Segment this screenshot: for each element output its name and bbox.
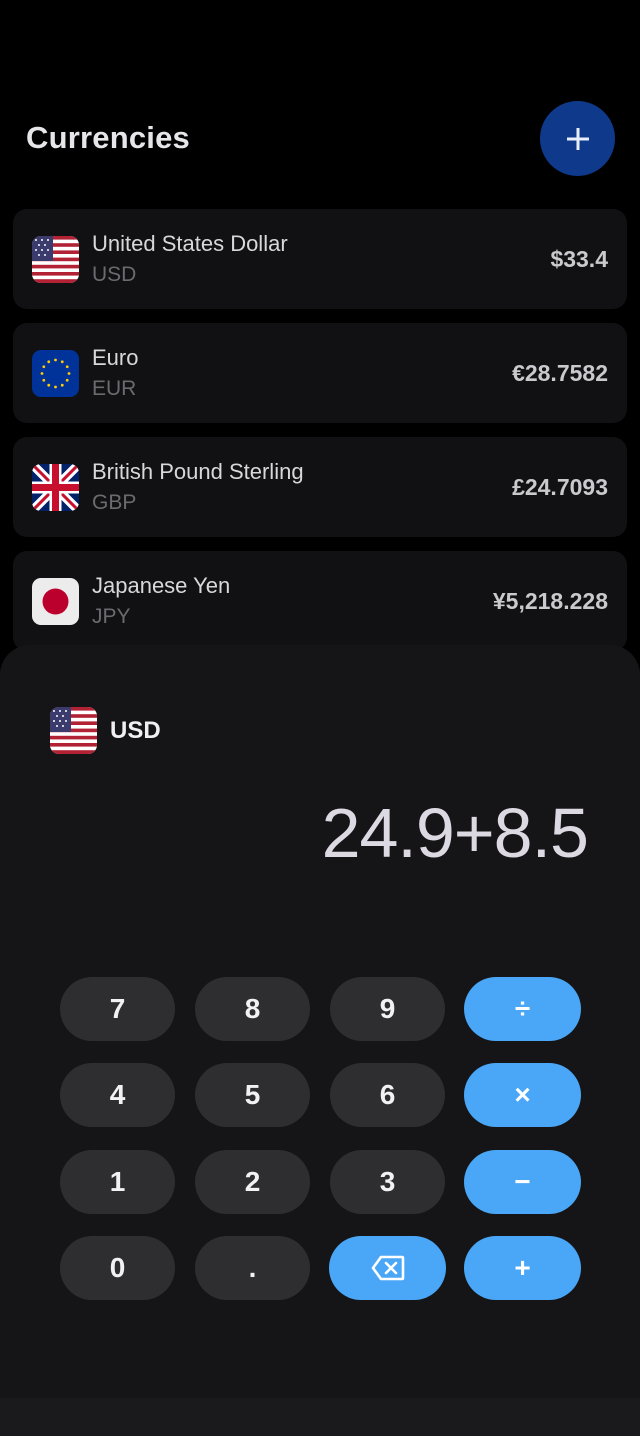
currency-card-eur[interactable]: Euro EUR €28.7582	[13, 323, 627, 423]
currency-code: GBP	[92, 491, 137, 514]
backspace-button[interactable]	[329, 1236, 446, 1300]
subtract-button[interactable]: −	[464, 1150, 581, 1214]
currency-card-gbp[interactable]: British Pound Sterling GBP £24.7093	[13, 437, 627, 537]
uk-flag-icon	[32, 464, 79, 511]
key-4[interactable]: 4	[60, 1063, 175, 1127]
currency-amount: $33.4	[550, 246, 608, 272]
key-2[interactable]: 2	[195, 1150, 310, 1214]
currency-amount: €28.7582	[512, 360, 608, 386]
currency-amount: ¥5,218.228	[492, 588, 608, 614]
divide-button[interactable]: ÷	[464, 977, 581, 1041]
key-decimal[interactable]: .	[195, 1236, 310, 1300]
plus-icon	[566, 127, 589, 150]
key-5[interactable]: 5	[195, 1063, 310, 1127]
key-6[interactable]: 6	[330, 1063, 445, 1127]
key-8[interactable]: 8	[195, 977, 310, 1041]
jp-flag-icon	[32, 578, 79, 625]
base-currency-code[interactable]: USD	[110, 717, 161, 745]
currency-amount: £24.7093	[512, 474, 608, 500]
currency-name: Japanese Yen	[92, 573, 231, 598]
add-button[interactable]: +	[464, 1236, 581, 1300]
add-currency-button[interactable]	[540, 101, 615, 176]
us-flag-icon	[32, 236, 79, 283]
currency-card-jpy[interactable]: Japanese Yen JPY ¥5,218.228	[13, 551, 627, 651]
key-1[interactable]: 1	[60, 1150, 175, 1214]
currency-name: Euro	[92, 345, 139, 370]
backspace-icon	[371, 1255, 404, 1281]
us-flag-icon	[50, 707, 97, 754]
currency-code: JPY	[92, 605, 131, 628]
multiply-button[interactable]: ×	[464, 1063, 581, 1127]
currency-name: British Pound Sterling	[92, 459, 304, 484]
key-0[interactable]: 0	[60, 1236, 175, 1300]
eu-flag-icon	[32, 350, 79, 397]
key-7[interactable]: 7	[60, 977, 175, 1041]
currency-card-usd[interactable]: United States Dollar USD $33.4	[13, 209, 627, 309]
header: Currencies	[0, 0, 640, 200]
expression-display: 24.9+8.5	[321, 794, 589, 872]
key-9[interactable]: 9	[330, 977, 445, 1041]
currency-code: USD	[92, 263, 137, 286]
currency-name: United States Dollar	[92, 231, 288, 256]
page-title: Currencies	[26, 120, 190, 155]
calculator-sheet: USD 24.9+8.5 7 8 9 ÷ 4 5 6 × 1 2 3 − 0 .…	[0, 645, 640, 1398]
key-3[interactable]: 3	[330, 1150, 445, 1214]
currency-code: EUR	[92, 377, 137, 400]
system-navigation-bar	[0, 1398, 640, 1436]
